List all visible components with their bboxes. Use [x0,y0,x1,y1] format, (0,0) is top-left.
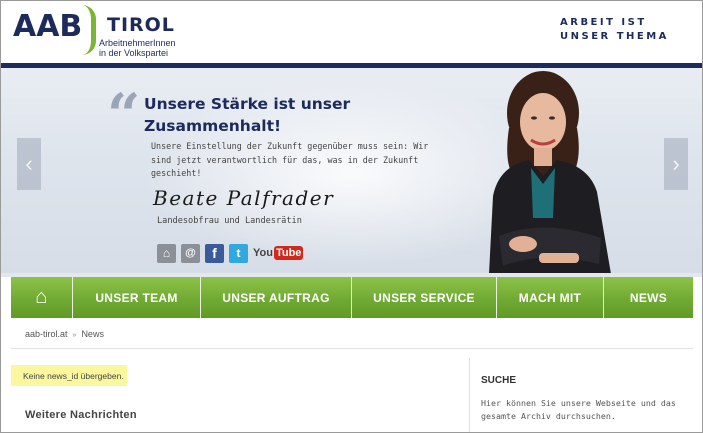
hero-quote-text: Unsere Einstellung der Zukunft gegenüber… [151,141,429,178]
facebook-icon[interactable]: f [205,243,224,263]
nav-item-unser-team[interactable]: UNSER TEAM [73,277,201,318]
logo-subtitle-line2: in der Volkspartei [99,48,169,58]
logo-aab-text: AAB [13,9,83,44]
breadcrumb-separator: » [72,332,77,339]
logo-subtitle-line1: ArbeitnehmerInnen [99,38,176,48]
breadcrumb-current: News [81,329,104,339]
hero-signature: Beate Palfrader [153,186,335,210]
hero-role: Landesobfrau und Landesrätin [157,216,302,226]
breadcrumb-home-link[interactable]: aab-tirol.at [25,329,68,339]
hero-portrait-image [459,68,619,274]
tagline-line1: ARBEIT IST [560,17,647,28]
quote-icon: “ [107,81,141,149]
nav-home-button[interactable]: ⌂ [11,277,73,318]
more-news-heading: Weitere Nachrichten [25,409,137,421]
nav-item-unser-service[interactable]: UNSER SERVICE [352,277,497,318]
sidebar-search-description: Hier können Sie unsere Webseite und das … [481,398,676,421]
hero-title: Unsere Stärke ist unser Zusammenhalt! [144,95,351,135]
chevron-left-icon: ‹ [25,151,33,176]
content-divider [11,348,693,349]
logo-tirol-text: TIROL [107,14,175,36]
main-navigation: ⌂ UNSER TEAM UNSER AUFTRAG UNSER SERVICE… [11,277,693,318]
youtube-you-text: You [253,247,273,259]
site-logo[interactable]: AAB TIROL ArbeitnehmerInnen in der Volks… [13,5,203,59]
youtube-icon[interactable]: You Tube [253,244,304,263]
slider-prev-button[interactable]: ‹ [17,138,41,190]
mail-icon[interactable]: @ [181,243,200,263]
chevron-right-icon: › [672,151,680,176]
sidebar-divider [469,358,470,432]
nav-item-news[interactable]: NEWS [604,277,693,318]
site-header: AAB TIROL ArbeitnehmerInnen in der Volks… [1,1,702,63]
breadcrumb: aab-tirol.at » News [25,329,104,339]
social-links: ⌂ @ f t You Tube [157,243,304,263]
sidebar-search-title: SUCHE [481,375,517,386]
hero-slider: “ Unsere Stärke ist unser Zusammenhalt! … [1,68,702,274]
page-frame: AAB TIROL ArbeitnehmerInnen in der Volks… [0,0,703,433]
twitter-icon[interactable]: t [229,243,248,263]
error-notice: Keine news_id übergeben. [11,365,127,386]
youtube-tube-text: Tube [273,246,304,260]
slider-next-button[interactable]: › [664,138,688,190]
nav-item-mach-mit[interactable]: MACH MIT [497,277,604,318]
home-icon[interactable]: ⌂ [157,243,176,263]
nav-item-unser-auftrag[interactable]: UNSER AUFTRAG [201,277,352,318]
site-tagline: ARBEIT IST UNSER THEMA [560,16,690,44]
tagline-line2: UNSER THEMA [560,31,669,42]
home-icon: ⌂ [35,286,48,308]
logo-bracket-mark [82,5,96,55]
